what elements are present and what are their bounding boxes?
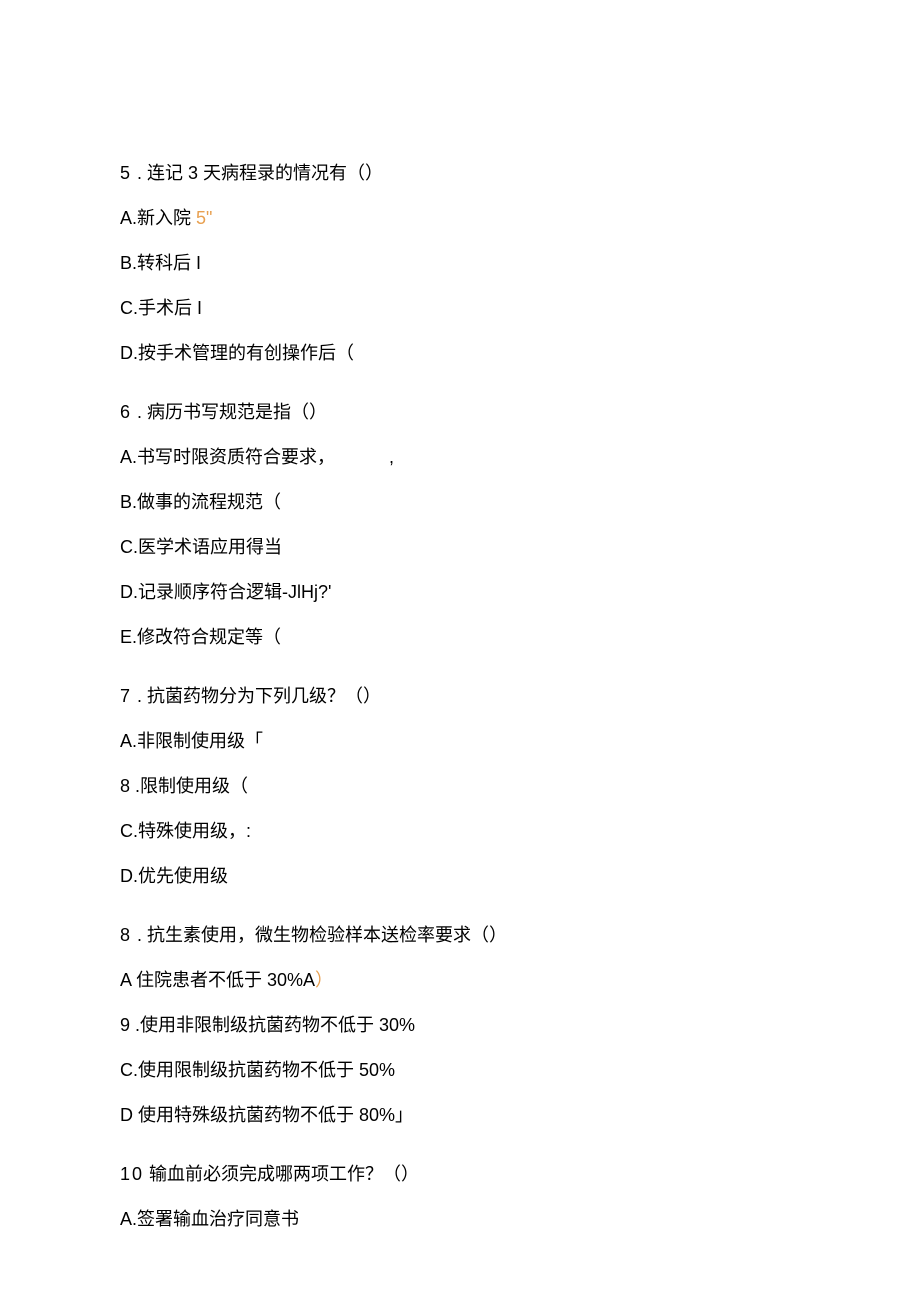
option-a: A.书写时限资质符合要求， ,: [120, 444, 800, 471]
option-c: C.手术后 I: [120, 295, 800, 322]
question-8: 8 . 抗生素使用，微生物检验样本送检率要求（） A 住院患者不低于 30%A）…: [120, 922, 800, 1129]
option-a: A.非限制使用级「: [120, 728, 800, 755]
question-text: 输血前必须完成哪两项工作？（）: [144, 1164, 419, 1184]
option-c: C.使用限制级抗菌药物不低于 50%: [120, 1057, 800, 1084]
option-d: D.按手术管理的有创操作后（: [120, 340, 800, 367]
option-a: A.签署输血治疗同意书: [120, 1206, 800, 1233]
option-label: C.特殊使用级，:: [120, 821, 251, 841]
option-c: C.特殊使用级，:: [120, 818, 800, 845]
question-7: 7 . 抗菌药物分为下列几级？（） A.非限制使用级「 8 .限制使用级（ C.…: [120, 683, 800, 890]
option-a: A.新入院 5": [120, 205, 800, 232]
option-b: B.做事的流程规范（: [120, 489, 800, 516]
option-label: B.做事的流程规范（: [120, 492, 281, 512]
option-label: A.签署输血治疗同意书: [120, 1209, 299, 1229]
option-d: D 使用特殊级抗菌药物不低于 80%」: [120, 1102, 800, 1129]
question-text: . 抗生素使用，微生物检验样本送检率要求（）: [132, 925, 507, 945]
question-number: 7: [120, 686, 132, 706]
question-title: 6 . 病历书写规范是指（）: [120, 399, 800, 426]
option-label: A.非限制使用级「: [120, 731, 263, 751]
question-number: 8: [120, 925, 132, 945]
option-label: A 住院患者不低于 30%A: [120, 970, 315, 990]
question-text: . 抗菌药物分为下列几级？（）: [132, 686, 381, 706]
option-label: D.按手术管理的有创操作后（: [120, 343, 354, 363]
option-label: D 使用特殊级抗菌药物不低于 80%」: [120, 1105, 413, 1125]
option-extra: ）: [315, 970, 333, 990]
question-text: . 连记 3 天病程录的情况有（）: [132, 163, 383, 183]
option-label: 9 .使用非限制级抗菌药物不低于 30%: [120, 1015, 415, 1035]
option-label: C.使用限制级抗菌药物不低于 50%: [120, 1060, 395, 1080]
question-text: . 病历书写规范是指（）: [132, 402, 327, 422]
option-d: D.优先使用级: [120, 863, 800, 890]
option-extra: 5": [191, 208, 212, 228]
option-label: D.优先使用级: [120, 866, 228, 886]
option-label: 8 .限制使用级（: [120, 776, 248, 796]
option-b: B.转科后 I: [120, 250, 800, 277]
question-6: 6 . 病历书写规范是指（） A.书写时限资质符合要求， , B.做事的流程规范…: [120, 399, 800, 651]
option-label: A.书写时限资质符合要求， ,: [120, 447, 394, 467]
question-number: 10: [120, 1164, 144, 1184]
option-label: E.修改符合规定等（: [120, 627, 281, 647]
option-label: A.新入院: [120, 208, 191, 228]
option-b: 8 .限制使用级（: [120, 773, 800, 800]
option-c: C.医学术语应用得当: [120, 534, 800, 561]
option-a: A 住院患者不低于 30%A）: [120, 967, 800, 994]
question-title: 7 . 抗菌药物分为下列几级？（）: [120, 683, 800, 710]
option-label: C.手术后 I: [120, 298, 202, 318]
question-title: 8 . 抗生素使用，微生物检验样本送检率要求（）: [120, 922, 800, 949]
option-e: E.修改符合规定等（: [120, 624, 800, 651]
question-10: 10 输血前必须完成哪两项工作？（） A.签署输血治疗同意书: [120, 1161, 800, 1233]
option-label: B.转科后 I: [120, 253, 201, 273]
question-number: 6: [120, 402, 132, 422]
option-label: C.医学术语应用得当: [120, 537, 282, 557]
question-title: 5 . 连记 3 天病程录的情况有（）: [120, 160, 800, 187]
question-5: 5 . 连记 3 天病程录的情况有（） A.新入院 5" B.转科后 I C.手…: [120, 160, 800, 367]
question-number: 5: [120, 163, 132, 183]
option-b: 9 .使用非限制级抗菌药物不低于 30%: [120, 1012, 800, 1039]
question-title: 10 输血前必须完成哪两项工作？（）: [120, 1161, 800, 1188]
option-d: D.记录顺序符合逻辑-JlHj?': [120, 579, 800, 606]
option-label: D.记录顺序符合逻辑-JlHj?': [120, 582, 331, 602]
